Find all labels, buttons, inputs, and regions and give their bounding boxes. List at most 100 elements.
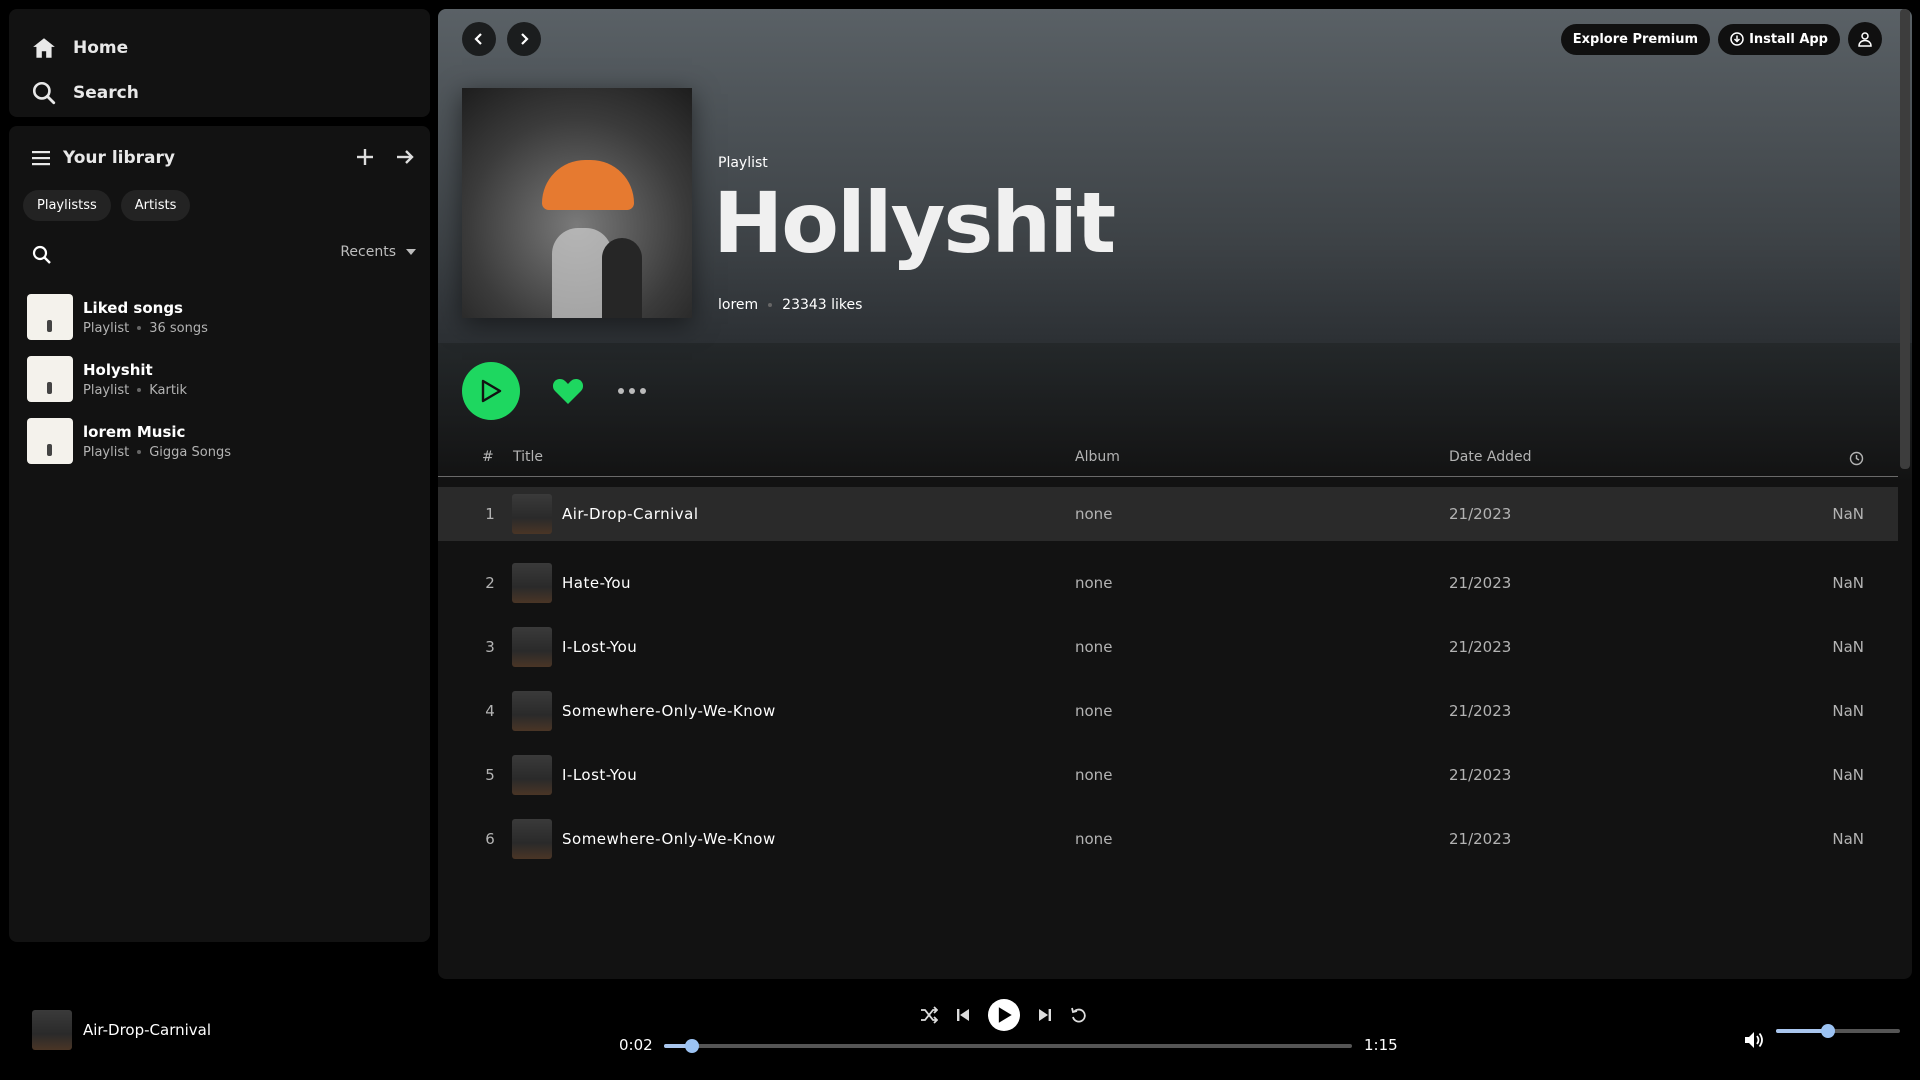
track-number: 5 xyxy=(485,766,495,784)
track-thumbnail xyxy=(512,563,552,603)
col-num: # xyxy=(482,449,494,465)
track-album: none xyxy=(1075,638,1113,656)
library-header[interactable]: Your library xyxy=(31,148,175,168)
playlist-thumbnail xyxy=(27,294,73,340)
nav-home[interactable]: Home xyxy=(31,35,128,61)
library-item-meta: Gigga Songs xyxy=(149,444,231,460)
explore-premium-label: Explore Premium xyxy=(1572,31,1699,47)
track-title: I-Lost-You xyxy=(562,638,638,656)
play-pause-button[interactable] xyxy=(988,999,1020,1031)
table-row[interactable]: 5 I-Lost-You none 21/2023 NaN xyxy=(438,743,1898,807)
install-app-button[interactable]: Install App xyxy=(1718,23,1840,55)
table-row[interactable]: 3 I-Lost-You none 21/2023 NaN xyxy=(438,615,1898,679)
table-row[interactable]: 1 Air-Drop-Carnival none 21/2023 NaN xyxy=(438,487,1898,541)
track-number: 1 xyxy=(485,505,495,523)
playlist-owner[interactable]: lorem xyxy=(718,297,758,313)
plus-icon[interactable] xyxy=(354,146,376,168)
chip-playlists[interactable]: Playlistss xyxy=(23,190,111,221)
search-icon xyxy=(32,81,56,105)
repeat-icon[interactable] xyxy=(1070,1006,1088,1024)
track-date-added: 21/2023 xyxy=(1449,830,1512,848)
track-title: Somewhere-Only-We-Know xyxy=(562,702,776,720)
track-number: 6 xyxy=(485,830,495,848)
play-icon xyxy=(481,379,502,403)
library-item[interactable]: lorem Music Playlist Gigga Songs xyxy=(27,410,416,472)
volume-slider[interactable] xyxy=(1776,1024,1900,1038)
play-icon xyxy=(998,1007,1012,1023)
library-list: Liked songs Playlist 36 songs Holyshit Pl… xyxy=(27,286,416,472)
play-playlist-button[interactable] xyxy=(462,362,520,420)
track-thumbnail xyxy=(512,691,552,731)
track-number: 2 xyxy=(485,574,495,592)
track-album: none xyxy=(1075,702,1113,720)
playlist-cover xyxy=(462,88,692,318)
sort-recents-dropdown[interactable]: Recents xyxy=(340,244,416,260)
clock-icon xyxy=(1849,451,1864,470)
table-row[interactable]: 2 Hate-You none 21/2023 NaN xyxy=(438,551,1898,615)
explore-premium-button[interactable]: Explore Premium xyxy=(1560,23,1711,55)
shuffle-icon[interactable] xyxy=(920,1006,938,1024)
track-list: 1 Air-Drop-Carnival none 21/2023 NaN 2 H… xyxy=(438,487,1898,871)
playlist-type-label: Playlist xyxy=(718,155,768,171)
track-title: Hate-You xyxy=(562,574,632,592)
library-search-icon[interactable] xyxy=(31,244,53,266)
more-options-button[interactable] xyxy=(618,379,646,403)
track-album: none xyxy=(1075,574,1113,592)
library-item-meta: 36 songs xyxy=(149,320,208,336)
col-album: Album xyxy=(1075,449,1120,465)
track-thumbnail xyxy=(512,755,552,795)
next-icon[interactable] xyxy=(1036,1006,1054,1024)
forward-button[interactable] xyxy=(507,22,541,56)
now-playing-thumbnail xyxy=(32,1010,72,1050)
user-icon xyxy=(1858,32,1872,47)
track-date-added: 21/2023 xyxy=(1449,638,1512,656)
scrollbar[interactable] xyxy=(1900,9,1910,469)
track-date-added: 21/2023 xyxy=(1449,766,1512,784)
heart-icon[interactable] xyxy=(552,376,584,406)
arrow-right-icon[interactable] xyxy=(394,146,416,168)
nav-search[interactable]: Search xyxy=(31,80,139,106)
library-item[interactable]: Liked songs Playlist 36 songs xyxy=(27,286,416,348)
track-album: none xyxy=(1075,766,1113,784)
now-playing-title[interactable]: Air-Drop-Carnival xyxy=(83,1021,211,1039)
seek-handle[interactable] xyxy=(684,1039,699,1053)
track-duration: NaN xyxy=(1832,574,1864,592)
playlist-thumbnail xyxy=(27,356,73,402)
playlist-likes: 23343 likes xyxy=(782,297,863,313)
library-panel: Your library Playlistss Artists Recents … xyxy=(9,126,430,942)
chevron-left-icon xyxy=(474,33,482,45)
track-duration: NaN xyxy=(1832,830,1864,848)
library-item-meta: Kartik xyxy=(149,382,188,398)
chip-artists[interactable]: Artists xyxy=(120,190,191,221)
track-thumbnail xyxy=(512,494,552,534)
install-app-label: Install App xyxy=(1749,31,1828,47)
volume-icon[interactable] xyxy=(1743,1029,1765,1051)
current-time: 0:02 xyxy=(619,1036,653,1054)
track-album: none xyxy=(1075,830,1113,848)
track-duration: NaN xyxy=(1832,766,1864,784)
caret-down-icon xyxy=(406,249,416,255)
library-item[interactable]: Holyshit Playlist Kartik xyxy=(27,348,416,410)
nav-home-label: Home xyxy=(73,38,129,58)
table-row[interactable]: 4 Somewhere-Only-We-Know none 21/2023 Na… xyxy=(438,679,1898,743)
volume-handle[interactable] xyxy=(1821,1024,1836,1038)
previous-icon[interactable] xyxy=(954,1006,972,1024)
library-title: Your library xyxy=(63,148,175,168)
library-item-name: lorem Music xyxy=(83,422,186,441)
track-thumbnail xyxy=(512,627,552,667)
home-icon xyxy=(33,38,55,58)
track-table-header: # Title Album Date Added xyxy=(438,447,1898,477)
back-button[interactable] xyxy=(462,22,496,56)
total-time: 1:15 xyxy=(1364,1036,1398,1054)
nav-search-label: Search xyxy=(73,83,139,103)
user-menu-button[interactable] xyxy=(1848,22,1882,56)
track-title: Air-Drop-Carnival xyxy=(562,505,699,523)
col-date-added: Date Added xyxy=(1449,449,1532,465)
download-circle-icon xyxy=(1730,32,1744,46)
track-date-added: 21/2023 xyxy=(1449,574,1512,592)
sort-label: Recents xyxy=(340,244,396,260)
track-number: 3 xyxy=(485,638,495,656)
seek-bar[interactable] xyxy=(664,1039,1352,1053)
track-number: 4 xyxy=(485,702,495,720)
table-row[interactable]: 6 Somewhere-Only-We-Know none 21/2023 Na… xyxy=(438,807,1898,871)
